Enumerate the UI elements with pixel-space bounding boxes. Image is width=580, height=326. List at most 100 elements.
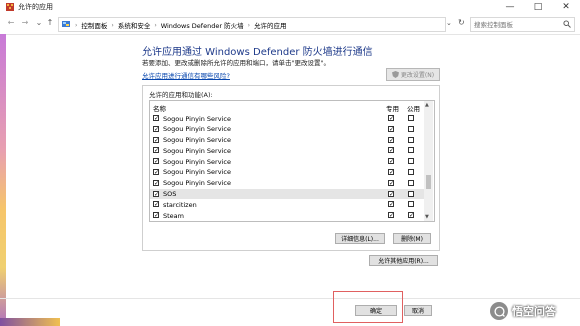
enable-checkbox[interactable]: ✓ — [153, 136, 159, 143]
public-checkbox[interactable] — [408, 158, 414, 165]
list-item[interactable]: ✓ starcitizen ✓ — [150, 199, 424, 210]
public-checkbox[interactable] — [408, 115, 414, 121]
page-subtitle: 若要添加、更改或删除所允许的应用和端口，请单击"更改设置"。 — [142, 59, 330, 67]
enable-checkbox[interactable]: ✓ — [153, 158, 159, 165]
maximize-button[interactable]: □ — [532, 1, 544, 13]
app-name: Sogou Pinyin Service — [163, 157, 231, 166]
private-checkbox[interactable]: ✓ — [388, 136, 394, 143]
app-name: starcitizen — [163, 200, 197, 209]
private-checkbox[interactable]: ✓ — [388, 158, 394, 165]
risk-info-link[interactable]: 允许应用进行通信有哪些风险? — [142, 70, 230, 80]
private-checkbox[interactable]: ✓ — [388, 179, 394, 186]
allowed-apps-group: 允许的应用和功能(A): 名称 专用 公用 ✓ Sogou Pinyin Serv… — [142, 85, 440, 251]
list-item[interactable]: ✓Steam Web Helper✓✓ — [150, 221, 424, 222]
footer-divider — [0, 298, 580, 299]
crumb-system-security[interactable]: 系统和安全 — [118, 20, 151, 30]
search-input[interactable] — [471, 18, 561, 31]
enable-checkbox[interactable]: ✓ — [153, 168, 159, 175]
cancel-button[interactable]: 取消 — [404, 305, 432, 316]
desktop-background-strip — [0, 34, 6, 326]
private-checkbox[interactable]: ✓ — [388, 125, 394, 132]
taskbar-fragment — [0, 318, 60, 326]
enable-checkbox[interactable]: ✓ — [153, 125, 159, 132]
apps-list[interactable]: 名称 专用 公用 ✓ Sogou Pinyin Service ✓ ✓ Sogou Pi… — [149, 100, 435, 222]
vertical-scrollbar[interactable]: ▲ ▼ — [424, 101, 433, 221]
private-checkbox[interactable]: ✓ — [388, 190, 394, 197]
list-item[interactable]: ✓ Sogou Pinyin Service ✓ — [150, 113, 424, 124]
search-icon[interactable] — [563, 20, 571, 28]
enable-checkbox[interactable]: ✓ — [153, 115, 159, 122]
app-name: Sogou Pinyin Service — [163, 168, 231, 177]
private-checkbox[interactable]: ✓ — [388, 212, 394, 219]
back-button[interactable]: ← — [6, 18, 16, 28]
crumb-allowed-apps[interactable]: 允许的应用 — [254, 20, 287, 30]
chevron-right-icon: › — [247, 21, 250, 29]
list-item[interactable]: ✓ Sogou Pinyin Service ✓ — [150, 167, 424, 178]
column-name[interactable]: 名称 — [153, 103, 166, 113]
crumb-firewall[interactable]: Windows Defender 防火墙 — [161, 20, 244, 30]
app-name: SOS — [163, 190, 177, 199]
chevron-right-icon: › — [75, 21, 78, 29]
list-item[interactable]: ✓ Sogou Pinyin Service ✓ — [150, 124, 424, 135]
control-panel-icon — [62, 21, 70, 27]
watermark: 悟空问答 — [490, 300, 576, 322]
crumb-control-panel[interactable]: 控制面板 — [81, 20, 107, 30]
public-checkbox[interactable] — [408, 179, 414, 186]
scroll-down-icon[interactable]: ▼ — [425, 214, 429, 220]
chevron-right-icon: › — [111, 21, 114, 29]
enable-checkbox[interactable]: ✓ — [153, 190, 159, 197]
enable-checkbox[interactable]: ✓ — [153, 201, 159, 208]
up-button[interactable]: ↑ — [45, 18, 55, 28]
list-item[interactable]: ✓ Sogou Pinyin Service ✓ — [150, 145, 424, 156]
search-box[interactable] — [470, 17, 575, 32]
list-item[interactable]: ✓ SOS ✓ — [150, 188, 424, 200]
list-item[interactable]: ✓ Sogou Pinyin Service ✓ — [150, 156, 424, 167]
public-checkbox[interactable] — [408, 136, 414, 143]
public-checkbox[interactable] — [408, 190, 414, 197]
chat-bubble-icon — [490, 302, 508, 320]
list-rows: ✓ Sogou Pinyin Service ✓ ✓ Sogou Pinyin Serv… — [150, 113, 424, 222]
list-item[interactable]: ✓ Sogou Pinyin Service ✓ — [150, 135, 424, 146]
scroll-up-icon[interactable]: ▲ — [425, 102, 429, 108]
address-bar: ← → ⌄ ↑ › 控制面板 › 系统和安全 › Windows Defende… — [0, 14, 580, 35]
remove-button[interactable]: 删除(M) — [393, 233, 431, 244]
column-private[interactable]: 专用 — [386, 103, 399, 113]
public-checkbox[interactable] — [408, 125, 414, 132]
refresh-icon[interactable]: ↻ — [458, 18, 465, 27]
close-button[interactable]: ✕ — [560, 1, 572, 13]
public-checkbox[interactable] — [408, 147, 414, 154]
group-title: 允许的应用和功能(A): — [149, 91, 213, 99]
change-settings-button[interactable]: 更改设置(N) — [386, 68, 440, 81]
enable-checkbox[interactable]: ✓ — [153, 147, 159, 154]
change-settings-label: 更改设置(N) — [400, 72, 435, 79]
question-icon — [493, 305, 505, 317]
scroll-thumb[interactable] — [426, 175, 431, 189]
minimize-button[interactable]: — — [504, 1, 516, 13]
list-item[interactable]: ✓ Steam ✓ ✓ — [150, 210, 424, 221]
forward-button[interactable]: → — [20, 18, 30, 28]
public-checkbox[interactable]: ✓ — [408, 212, 414, 219]
history-dropdown-icon[interactable]: ⌄ — [446, 19, 452, 27]
public-checkbox[interactable] — [408, 201, 414, 208]
column-public[interactable]: 公用 — [407, 103, 420, 113]
breadcrumb[interactable]: › 控制面板 › 系统和安全 › Windows Defender 防火墙 › … — [58, 17, 446, 32]
window-title: 允许的应用 — [18, 3, 53, 11]
public-checkbox[interactable] — [408, 168, 414, 175]
chevron-down-icon[interactable]: ⌄ — [34, 18, 44, 28]
list-header: 名称 专用 公用 — [150, 101, 424, 113]
app-name: Sogou Pinyin Service — [163, 179, 231, 188]
private-checkbox[interactable]: ✓ — [388, 147, 394, 154]
app-name: Sogou Pinyin Service — [163, 136, 231, 145]
private-checkbox[interactable]: ✓ — [388, 201, 394, 208]
private-checkbox[interactable]: ✓ — [388, 168, 394, 175]
details-button[interactable]: 详细信息(L)... — [335, 233, 385, 244]
enable-checkbox[interactable]: ✓ — [153, 179, 159, 186]
private-checkbox[interactable]: ✓ — [388, 115, 394, 122]
enable-checkbox[interactable]: ✓ — [153, 212, 159, 219]
allow-other-app-button[interactable]: 允许其他应用(R)... — [369, 255, 438, 266]
allowed-apps-window: 允许的应用 — □ ✕ ← → ⌄ ↑ › 控制面板 › 系统和安全 › Win… — [0, 0, 580, 326]
list-item[interactable]: ✓ Sogou Pinyin Service ✓ — [150, 178, 424, 189]
watermark-text: 悟空问答 — [512, 305, 556, 318]
shield-icon — [391, 71, 399, 78]
chevron-right-icon: › — [154, 21, 157, 29]
